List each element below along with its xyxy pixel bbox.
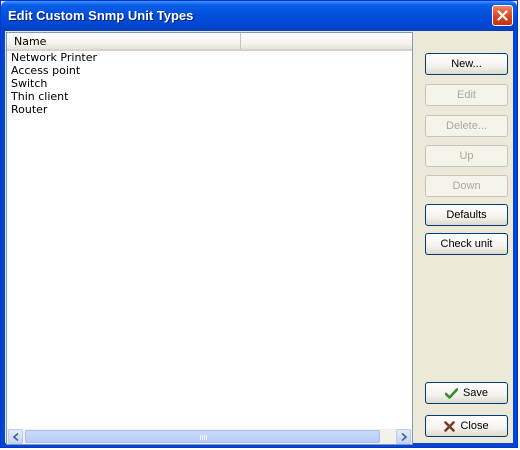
chevron-right-icon xyxy=(401,433,407,441)
horizontal-scrollbar[interactable] xyxy=(7,429,412,444)
grip-icon xyxy=(200,435,207,440)
check-unit-button[interactable]: Check unit xyxy=(425,233,508,255)
delete-label: Delete... xyxy=(446,120,487,132)
up-button[interactable]: Up xyxy=(425,145,508,167)
checkmark-icon xyxy=(444,387,458,399)
check-unit-label: Check unit xyxy=(440,238,493,250)
list-body: Network Printer Access point Switch Thin… xyxy=(7,51,412,428)
list-item[interactable]: Thin client xyxy=(11,90,68,103)
save-label: Save xyxy=(462,387,489,399)
up-label: Up xyxy=(459,150,474,162)
list-item[interactable]: Switch xyxy=(11,77,47,90)
edit-label: Edit xyxy=(457,89,476,101)
column-header-name[interactable]: Name xyxy=(7,33,241,49)
window-title: Edit Custom Snmp Unit Types xyxy=(8,8,194,23)
close-label: Close xyxy=(460,420,489,432)
close-button[interactable]: Close xyxy=(425,415,508,437)
column-header-label: Name xyxy=(14,35,47,48)
down-label: Down xyxy=(452,180,481,192)
new-label: New... xyxy=(451,58,482,70)
defaults-button[interactable]: Defaults xyxy=(425,204,508,226)
close-icon xyxy=(497,10,508,21)
list-header: Name xyxy=(7,33,412,51)
new-button[interactable]: New... xyxy=(425,53,508,75)
list-item[interactable]: Router xyxy=(11,103,47,116)
save-button[interactable]: Save xyxy=(425,382,508,404)
delete-button[interactable]: Delete... xyxy=(425,115,508,137)
unit-types-list[interactable]: Name Network Printer Access point Switch… xyxy=(6,32,413,445)
defaults-label: Defaults xyxy=(446,209,487,221)
scroll-thumb[interactable] xyxy=(25,430,380,443)
chevron-left-icon xyxy=(13,433,19,441)
down-button[interactable]: Down xyxy=(425,175,508,197)
x-icon xyxy=(444,420,456,432)
title-bar[interactable]: Edit Custom Snmp Unit Types xyxy=(1,1,517,31)
dialog-window: Edit Custom Snmp Unit Types Name Network… xyxy=(0,0,518,448)
list-item[interactable]: Network Printer xyxy=(11,51,97,64)
title-close-button[interactable] xyxy=(492,5,513,26)
scroll-left-button[interactable] xyxy=(8,429,23,444)
edit-button[interactable]: Edit xyxy=(425,84,508,106)
scroll-right-button[interactable] xyxy=(396,429,411,444)
list-item[interactable]: Access point xyxy=(11,64,80,77)
